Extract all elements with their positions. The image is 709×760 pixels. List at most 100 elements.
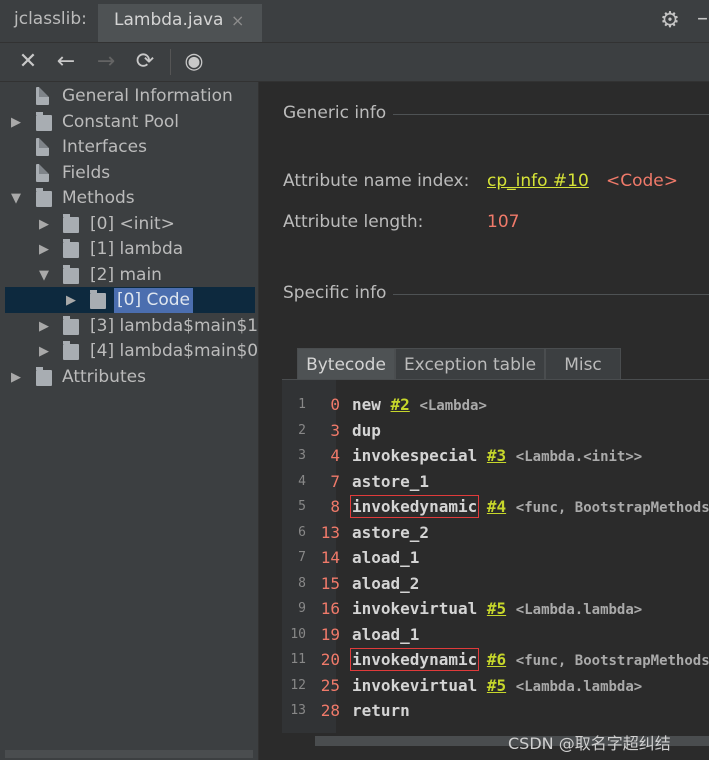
cp-info-link[interactable]: cp_info #10	[487, 171, 589, 191]
collapse-arrow-icon[interactable]: ▼	[9, 186, 23, 211]
expand-arrow-icon[interactable]: ▶	[64, 288, 78, 313]
tree-item-constant-pool[interactable]: ▶ Constant Pool	[0, 110, 258, 135]
bytecode-offset: 15	[320, 573, 340, 593]
specific-info-title: Specific info	[283, 283, 387, 303]
highlighted-opcode: invokedynamic	[349, 648, 480, 671]
opcode: astore_1	[352, 469, 429, 494]
tree-horizontal-scrollbar[interactable]	[5, 750, 253, 758]
section-divider	[393, 114, 709, 115]
watermark: CSDN @取名字超纠结	[508, 734, 671, 753]
jclasslib-toolbar: ✕ ← → ⟳ ◉	[0, 43, 709, 82]
folder-icon	[63, 214, 79, 233]
tree-item-method-init[interactable]: ▶ [0] <init>	[0, 212, 258, 237]
tree-item-method-lambda[interactable]: ▶ [1] lambda	[0, 237, 258, 262]
bytecode-line[interactable]: 7 14 aload_1	[282, 545, 709, 570]
tab-bytecode[interactable]: Bytecode	[297, 348, 395, 382]
tab-title[interactable]: Lambda.java	[114, 10, 223, 30]
opcode: invokevirtual #5 <Lambda.lambda>	[352, 596, 642, 623]
tree-item-fields[interactable]: Fields	[0, 161, 258, 186]
constant-pool-ref-link[interactable]: #6	[487, 650, 506, 669]
bytecode-comment: <Lambda.<init>>	[515, 449, 643, 465]
back-arrow-icon[interactable]: ←	[53, 48, 79, 76]
tree-item-code-attribute[interactable]: ▶ [0] Code	[0, 288, 258, 313]
opcode: aload_2	[352, 571, 419, 596]
web-globe-icon[interactable]: ◉	[181, 48, 207, 76]
expand-arrow-icon[interactable]: ▶	[37, 212, 51, 237]
bytecode-line[interactable]: 10 19 aload_1	[282, 622, 709, 647]
tab-lambda-java[interactable]: Lambda.java ×	[98, 4, 262, 42]
tab-misc[interactable]: Misc	[545, 348, 621, 382]
bytecode-line[interactable]: 11 20 invokedynamic #6 <func, BootstrapMet…	[282, 647, 709, 672]
tree-item-label: General Information	[62, 86, 233, 106]
bytecode-line[interactable]: 5 8 invokedynamic #4 <func, BootstrapMetho…	[282, 494, 709, 519]
bytecode-line[interactable]: 13 28 return	[282, 698, 709, 723]
opcode: invokedynamic #4 <func, BootstrapMethods…	[349, 494, 709, 521]
tree-item-method-main[interactable]: ▼ [2] main	[0, 263, 258, 288]
bytecode-line[interactable]: 3 4 invokespecial #3 <Lambda.<init>>	[282, 443, 709, 468]
section-divider	[393, 294, 709, 295]
constant-pool-ref-link[interactable]: #5	[487, 599, 506, 618]
attribute-length-label: Attribute length:	[283, 212, 424, 232]
constant-pool-ref-link[interactable]: #5	[487, 676, 506, 695]
line-number: 12	[290, 677, 306, 693]
folder-icon	[36, 188, 52, 207]
expand-arrow-icon[interactable]: ▶	[9, 365, 23, 390]
minimize-icon[interactable]: –	[697, 6, 708, 31]
tree-item-label: Constant Pool	[62, 112, 179, 132]
opcode: dup	[352, 418, 381, 443]
constant-pool-ref-link[interactable]: #2	[391, 395, 410, 414]
line-number: 3	[298, 448, 306, 463]
opcode: astore_2	[352, 520, 429, 545]
tree-item-method-lambda-main-1[interactable]: ▶ [3] lambda$main$1	[0, 314, 258, 339]
bytecode-line[interactable]: 6 13 astore_2	[282, 520, 709, 545]
tree-item-attributes[interactable]: ▶ Attributes	[0, 365, 258, 390]
constant-pool-ref-link[interactable]: #4	[487, 497, 506, 516]
bytecode-comment: <Lambda>	[419, 398, 487, 414]
bytecode-line[interactable]: 9 16 invokevirtual #5 <Lambda.lambda>	[282, 596, 709, 621]
opcode: invokedynamic #6 <func, BootstrapMethods…	[349, 647, 709, 674]
bytecode-comment: <Lambda.lambda>	[515, 602, 643, 618]
line-number: 2	[298, 422, 306, 438]
bytecode-line[interactable]: 12 25 invokevirtual #5 <Lambda.lambda>	[282, 673, 709, 698]
tree-item-method-lambda-main-0[interactable]: ▶ [4] lambda$main$0	[0, 339, 258, 364]
gear-icon[interactable]: ⚙	[657, 8, 683, 34]
tree-item-general-information[interactable]: General Information	[0, 84, 258, 109]
bytecode-line[interactable]: 1 0 new #2 <Lambda>	[282, 392, 709, 417]
folder-icon	[90, 290, 106, 309]
bytecode-viewer[interactable]: 1 0 new #2 <Lambda> 2 3 dup 3 4 invokespecial #3…	[282, 379, 709, 733]
bytecode-offset: 28	[320, 701, 340, 720]
folder-icon	[36, 367, 52, 386]
tree-item-interfaces[interactable]: Interfaces	[0, 135, 258, 160]
folder-icon	[63, 316, 79, 335]
folder-icon	[36, 112, 52, 131]
expand-arrow-icon[interactable]: ▶	[37, 339, 51, 364]
line-number: 11	[290, 652, 306, 667]
line-number: 1	[298, 397, 306, 412]
tree-item-methods[interactable]: ▼ Methods	[0, 186, 258, 211]
generic-info-title: Generic info	[283, 103, 387, 123]
bytecode-offset: 25	[320, 675, 340, 695]
bytecode-line[interactable]: 2 3 dup	[282, 418, 709, 443]
tree-item-label: Attributes	[62, 367, 146, 387]
tree-item-label: [0] <init>	[90, 214, 175, 234]
bytecode-line[interactable]: 8 15 aload_2	[282, 571, 709, 596]
expand-arrow-icon[interactable]: ▶	[9, 110, 23, 135]
bytecode-offset: 7	[330, 471, 340, 491]
bytecode-line[interactable]: 4 7 astore_1	[282, 469, 709, 494]
close-tab-icon[interactable]: ×	[231, 11, 244, 30]
expand-arrow-icon[interactable]: ▶	[37, 314, 51, 339]
attribute-detail-panel: Generic info Attribute name index: cp_in…	[259, 82, 709, 760]
close-icon[interactable]: ✕	[15, 48, 41, 76]
bytecode-offset: 13	[320, 522, 340, 542]
highlighted-opcode: invokedynamic	[349, 495, 480, 518]
expand-arrow-icon[interactable]: ▶	[37, 237, 51, 262]
line-number: 13	[290, 703, 306, 718]
forward-arrow-icon[interactable]: →	[93, 48, 119, 76]
opcode-text: astore_1	[352, 471, 430, 491]
tree-item-label-selected: [0] Code	[114, 288, 194, 313]
constant-pool-ref-link[interactable]: #3	[487, 446, 506, 465]
collapse-arrow-icon[interactable]: ▼	[37, 263, 51, 288]
refresh-icon[interactable]: ⟳	[132, 48, 158, 76]
tab-exception-table[interactable]: Exception table	[395, 348, 545, 382]
opcode: aload_1	[352, 545, 419, 570]
